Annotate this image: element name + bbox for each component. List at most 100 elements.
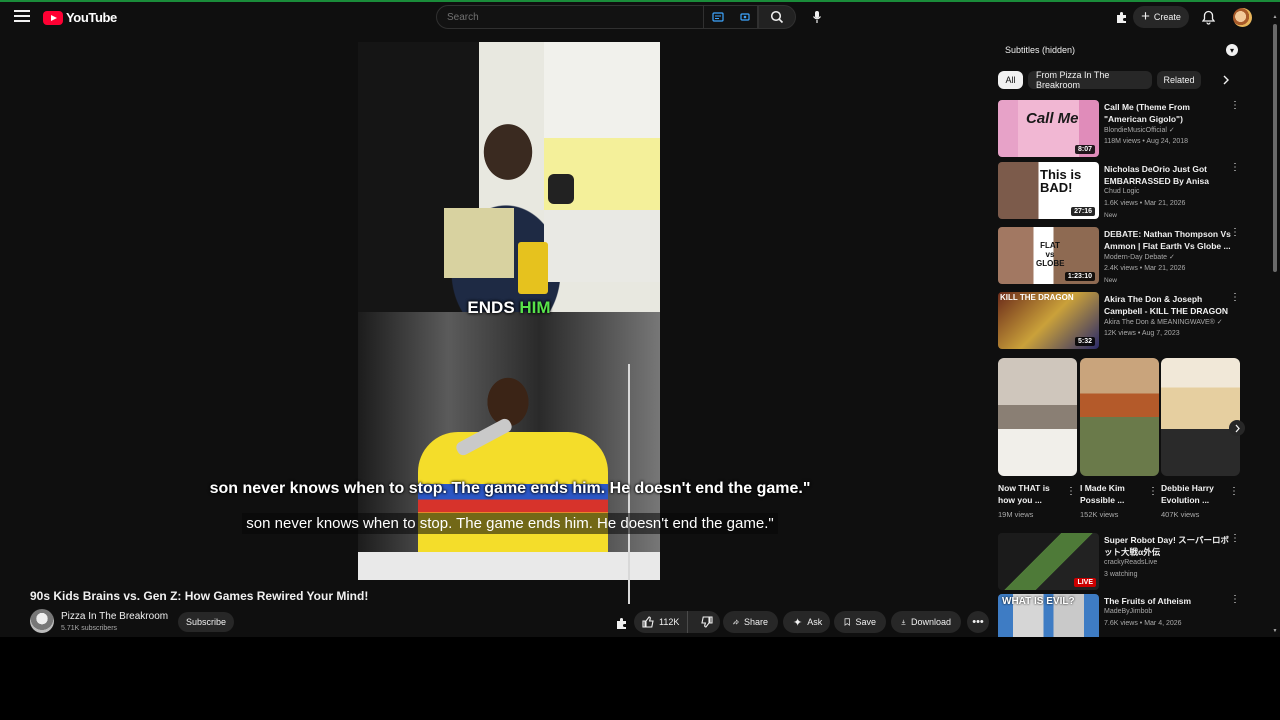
- duration-badge: 5:32: [1074, 337, 1095, 346]
- thumbnail-text: WHAT IS EVIL?: [1002, 596, 1075, 607]
- more-vert-icon[interactable]: ⋮: [1229, 486, 1239, 497]
- microphone-icon[interactable]: [806, 5, 828, 29]
- plus-icon: +: [1141, 7, 1150, 25]
- video-player[interactable]: ENDS HIM: [358, 42, 660, 580]
- download-label: Download: [910, 617, 951, 627]
- video-thumbnail: LIVE: [998, 533, 1099, 590]
- short-title: I Made Kim Possible ...: [1080, 483, 1125, 505]
- short-title: Now THAT is how you ...: [998, 483, 1050, 505]
- account-avatar[interactable]: [1233, 8, 1252, 27]
- extension-icon[interactable]: [732, 5, 758, 29]
- page-scrollbar[interactable]: ▲ ▼: [1272, 14, 1278, 634]
- chevron-right-icon[interactable]: [1218, 72, 1234, 88]
- share-arrow-icon: [733, 619, 739, 625]
- sparkle-icon: ✦: [793, 616, 803, 629]
- new-badge: New: [1104, 212, 1118, 219]
- chip-from-channel[interactable]: From Pizza In The Breakroom: [1028, 70, 1152, 90]
- youtube-watch-page: YouTube + Create: [0, 0, 1280, 637]
- subscribe-button[interactable]: Subscribe: [178, 612, 234, 632]
- video-frame-bottom: [358, 312, 660, 580]
- channel-subscriber-count: 5.71K subscribers: [61, 625, 118, 632]
- like-button[interactable]: 112K: [634, 611, 689, 633]
- desk: [358, 552, 660, 580]
- short-item[interactable]: Debbie Harry Evolution ... 407K views ⋮: [1161, 358, 1240, 519]
- shorts-shelf: Now THAT is how you ... 19M views ⋮ I Ma…: [998, 358, 1241, 523]
- thumbnail-text: KILL THE DRAGON: [1000, 293, 1074, 302]
- like-count: 112K: [659, 617, 680, 627]
- chip-related[interactable]: Related: [1157, 71, 1201, 89]
- keyboard-translate-icon[interactable]: [704, 5, 732, 29]
- more-vert-icon[interactable]: ⋮: [1230, 100, 1240, 114]
- short-thumbnail: [998, 358, 1077, 476]
- short-thumbnail: [1080, 358, 1159, 476]
- chevron-down-icon: ▾: [1226, 44, 1238, 56]
- short-item[interactable]: I Made Kim Possible ... 152K views ⋮: [1080, 358, 1159, 519]
- notifications-bell-icon[interactable]: [1199, 7, 1217, 27]
- search-input[interactable]: [447, 11, 647, 23]
- hamburger-menu-icon[interactable]: [14, 10, 30, 24]
- short-item[interactable]: Now THAT is how you ... 19M views ⋮: [998, 358, 1077, 519]
- download-button[interactable]: Download: [891, 611, 961, 633]
- recommendation-meta: 118M views • Aug 24, 2018: [1104, 138, 1189, 145]
- dislike-button[interactable]: [693, 611, 720, 633]
- channel-name[interactable]: Pizza In The Breakroom: [61, 611, 168, 622]
- search-box[interactable]: [436, 5, 704, 29]
- page-load-bar: [0, 0, 1280, 2]
- scroll-down-arrow-icon[interactable]: ▼: [1272, 628, 1278, 634]
- more-vert-icon[interactable]: ⋮: [1230, 162, 1240, 176]
- duration-badge: 8:07: [1074, 145, 1095, 154]
- more-vert-icon[interactable]: ⋮: [1230, 594, 1240, 608]
- recommendation-item[interactable]: LIVE Super Robot Day! スーパーロボット大戦α外伝 crac…: [998, 533, 1243, 591]
- more-vert-icon[interactable]: ⋮: [1148, 486, 1158, 497]
- create-button[interactable]: + Create: [1133, 6, 1189, 28]
- recommendation-item[interactable]: WHAT IS EVIL? The Fruits of Atheism Made…: [998, 594, 1243, 637]
- recommendation-item[interactable]: KILL THE DRAGON 5:32 Akira The Don & Jos…: [998, 292, 1243, 350]
- more-vert-icon[interactable]: ⋮: [1066, 486, 1076, 497]
- scroll-up-arrow-icon[interactable]: ▲: [1272, 14, 1278, 20]
- caption-highlight: HIM: [519, 298, 551, 317]
- recommendation-channel: crackyReadsLive: [1104, 559, 1158, 566]
- save-label: Save: [855, 617, 876, 627]
- chevron-right-icon[interactable]: [1229, 420, 1245, 436]
- recommendation-channel: Akira The Don & MEANINGWAVE® ✓: [1104, 319, 1223, 326]
- more-actions-icon[interactable]: •••: [967, 611, 989, 633]
- recommendation-item[interactable]: This is BAD! 27:16 Nicholas DeOrio Just …: [998, 162, 1243, 220]
- short-views: 152K views: [1080, 510, 1119, 519]
- subtitles-dropdown[interactable]: Subtitles (hidden) ▾: [998, 40, 1238, 60]
- video-thumbnail: KILL THE DRAGON 5:32: [998, 292, 1099, 349]
- recommendation-title: The Fruits of Atheism: [1104, 596, 1192, 606]
- recommendation-channel: Modern-Day Debate ✓: [1104, 254, 1175, 261]
- more-vert-icon[interactable]: ⋮: [1230, 227, 1240, 241]
- share-button[interactable]: Share: [723, 611, 778, 633]
- channel-avatar[interactable]: [30, 609, 54, 633]
- short-title: Debbie Harry Evolution ...: [1161, 483, 1214, 505]
- save-button[interactable]: Save: [834, 611, 886, 633]
- ask-button[interactable]: ✦ Ask: [783, 611, 830, 633]
- recommendation-channel: MadeByJimbob: [1104, 608, 1153, 615]
- subtitle-overlay-2-text: son never knows when to stop. The game e…: [242, 513, 778, 534]
- recommendation-item[interactable]: FLAT vs GLOBE 1:23:10 DEBATE: Nathan Tho…: [998, 227, 1243, 285]
- recommendation-meta: 12K views • Aug 7, 2023: [1104, 330, 1180, 337]
- logo-text: YouTube: [66, 10, 117, 25]
- more-vert-icon[interactable]: ⋮: [1230, 533, 1240, 547]
- more-vert-icon[interactable]: ⋮: [1230, 292, 1240, 306]
- duration-badge: 1:23:10: [1064, 272, 1095, 281]
- subtitle-overlay-2: son never knows when to stop. The game e…: [10, 513, 1010, 534]
- extension-action-icon[interactable]: [613, 615, 629, 631]
- host-shirt: [444, 208, 514, 278]
- recommendation-meta: 3 watching: [1104, 571, 1138, 578]
- like-dislike-group: 112K: [634, 611, 720, 633]
- search-icon[interactable]: [758, 5, 796, 29]
- youtube-logo[interactable]: YouTube: [43, 10, 117, 25]
- puzzle-extension-icon[interactable]: [1112, 8, 1130, 26]
- scrollbar-thumb[interactable]: [1273, 24, 1277, 272]
- recommendation-meta: 2.4K views • Mar 21, 2026: [1104, 265, 1186, 272]
- thumbs-down-icon: [701, 616, 713, 628]
- recommendation-title: Nicholas DeOrio Just Got EMBARRASSED By …: [1104, 164, 1210, 186]
- thumbnail-text: FLAT vs GLOBE: [1036, 241, 1065, 268]
- ask-label: Ask: [807, 617, 823, 627]
- short-thumbnail: [1161, 358, 1240, 476]
- recommendation-item[interactable]: Call Me 8:07 Call Me (Theme From "Americ…: [998, 100, 1243, 158]
- thumbnail-text: This is BAD!: [1040, 167, 1082, 195]
- chip-all[interactable]: All: [998, 71, 1023, 89]
